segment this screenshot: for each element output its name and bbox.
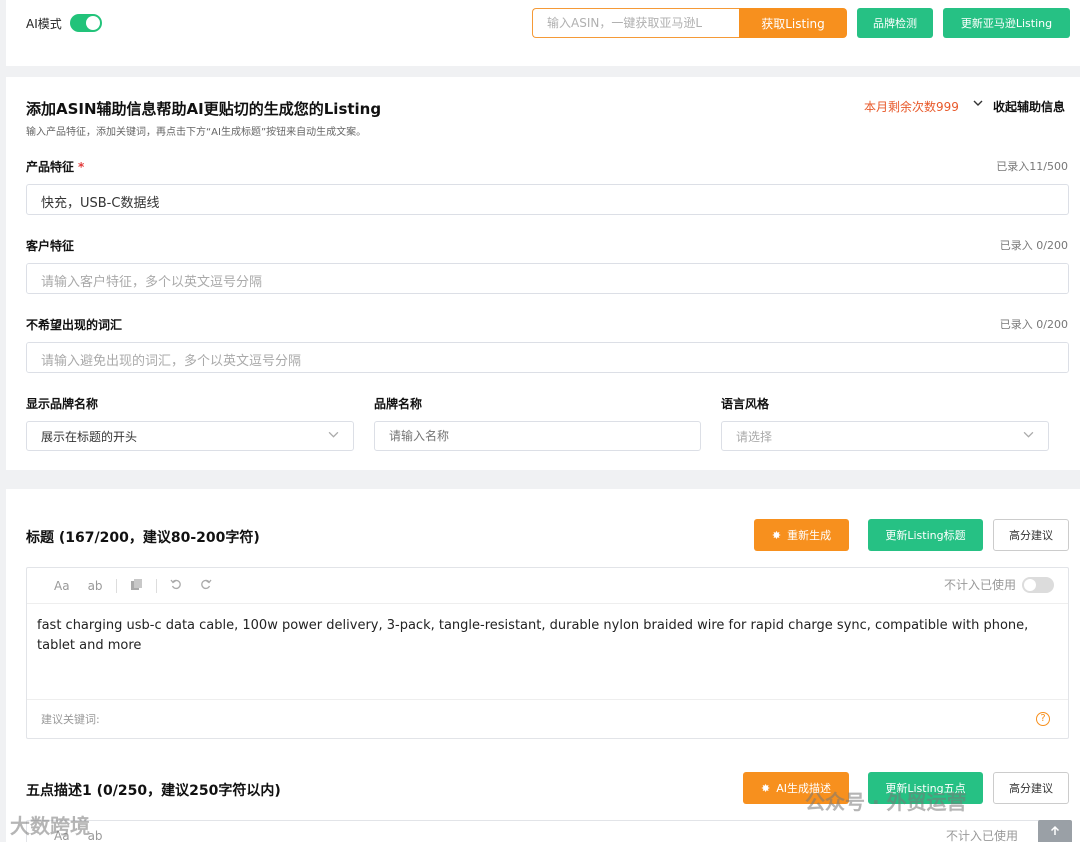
customer-features-label: 客户特征 <box>26 239 75 253</box>
language-style-label: 语言风格 <box>721 397 770 411</box>
watermark-left: 大数跨境 <box>10 814 90 838</box>
not-count-label: 不计入已使用 <box>943 578 1016 592</box>
brand-display-label: 显示品牌名称 <box>26 397 99 411</box>
title-heading: 标题 (167/200，建议80-200字符) <box>26 530 260 546</box>
chevron-down-icon <box>328 429 339 443</box>
bullet-editor: Aa ab 不计入已使用 <box>26 820 1069 842</box>
case-icon[interactable]: ab <box>79 579 112 593</box>
excluded-words-input[interactable] <box>26 342 1069 373</box>
bullet-not-count-group: 不计入已使用 <box>946 827 1018 842</box>
asin-search: 获取Listing <box>532 8 847 38</box>
regenerate-label: 重新生成 <box>787 529 832 542</box>
required-mark: * <box>78 160 85 174</box>
ai-mode-toggle[interactable] <box>69 14 102 32</box>
chevron-down-icon[interactable] <box>973 98 983 111</box>
language-style-placeholder: 请选择 <box>736 429 773 444</box>
title-advice-button[interactable]: 高分建议 <box>993 519 1069 551</box>
bullet-advice-button[interactable]: 高分建议 <box>993 772 1069 804</box>
assist-title: 添加ASIN辅助信息帮助AI更贴切的生成您的Listing <box>26 100 382 118</box>
product-features-label-text: 产品特征 <box>26 160 75 174</box>
redo-icon[interactable] <box>191 578 221 593</box>
product-features-label: 产品特征 * <box>26 158 84 175</box>
update-title-button[interactable]: 更新Listing标题 <box>868 519 983 551</box>
chevron-down-icon <box>1023 429 1034 443</box>
editor-toolbar: Aa ab 不计入已使用 <box>27 568 1068 604</box>
bullet-not-count-label: 不计入已使用 <box>945 829 1018 842</box>
product-features-input[interactable]: 快充，USB-C数据线 <box>26 184 1069 215</box>
toolbar-divider <box>115 578 117 593</box>
not-count-toggle-group: 不计入已使用 <box>944 576 1054 593</box>
update-amazon-listing-button[interactable]: 更新亚马逊Listing <box>943 8 1070 38</box>
undo-icon[interactable] <box>161 578 191 593</box>
regenerate-button[interactable]: ✸ 重新生成 <box>754 519 849 551</box>
brand-check-button[interactable]: 品牌检测 <box>857 8 933 38</box>
brand-name-input[interactable] <box>374 421 701 451</box>
keywords-label: 建议关键词: <box>41 713 100 726</box>
excluded-words-label: 不希望出现的词汇 <box>26 318 123 332</box>
customer-features-counter: 已录入 0/200 <box>999 239 1068 252</box>
assist-subtitle: 输入产品特征，添加关键词，再点击下方“AI生成标题”按钮来自动生成文案。 <box>26 127 367 138</box>
watermark-right: 公众号 · 外贸运营 <box>805 790 967 814</box>
bullet-editor-toolbar: Aa ab 不计入已使用 <box>27 821 1068 842</box>
bullet-heading: 五点描述1 (0/250，建议250字符以内) <box>26 783 281 799</box>
product-features-counter: 已录入11/500 <box>996 160 1068 173</box>
brand-name-label: 品牌名称 <box>374 397 423 411</box>
sun-icon: ✸ <box>761 781 771 795</box>
title-text[interactable]: fast charging usb-c data cable, 100w pow… <box>27 604 1068 700</box>
sun-icon: ✸ <box>771 528 782 542</box>
scroll-to-top-button[interactable] <box>1038 820 1072 842</box>
copy-icon[interactable] <box>121 578 152 594</box>
remaining-count: 本月剩余次数999 <box>864 100 959 114</box>
collapse-assist-button[interactable]: 收起辅助信息 <box>993 98 1065 115</box>
ai-mode-label: AI模式 <box>26 16 62 31</box>
font-size-icon[interactable]: Aa <box>45 579 79 593</box>
title-editor: Aa ab 不计入已使用 fast charging usb-c data ca… <box>26 567 1069 739</box>
fetch-listing-button[interactable]: 获取Listing <box>739 8 847 38</box>
asin-input[interactable] <box>532 8 739 38</box>
customer-features-input[interactable] <box>26 263 1069 294</box>
excluded-words-counter: 已录入 0/200 <box>999 318 1068 331</box>
not-count-toggle[interactable] <box>1022 576 1054 593</box>
brand-display-value: 展示在标题的开头 <box>41 429 138 444</box>
help-icon[interactable]: ? <box>1036 712 1050 726</box>
language-style-select[interactable]: 请选择 <box>721 421 1049 451</box>
toolbar-divider <box>155 578 157 593</box>
ai-mode: AI模式 <box>26 14 102 32</box>
brand-display-select[interactable]: 展示在标题的开头 <box>26 421 354 451</box>
keywords-row: 建议关键词: ? <box>27 700 1068 738</box>
